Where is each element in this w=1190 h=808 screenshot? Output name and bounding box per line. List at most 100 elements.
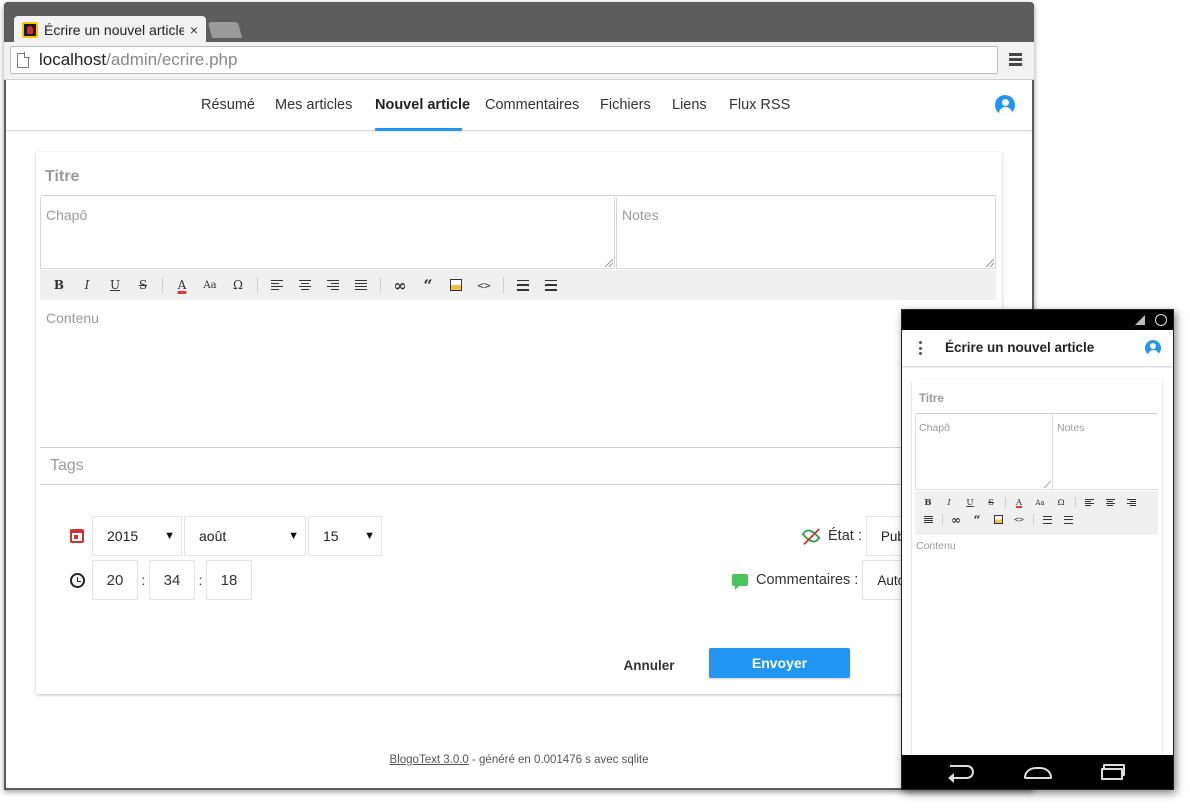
mobile-page-title: Écrire un nouvel article xyxy=(945,340,1095,355)
home-icon[interactable] xyxy=(1024,767,1052,779)
favicon-icon xyxy=(22,22,38,38)
link-button[interactable]: ∞ xyxy=(389,275,411,295)
chapo-placeholder: Chapô xyxy=(46,207,88,223)
image-button[interactable] xyxy=(445,275,467,295)
browser-tab-active[interactable]: Écrire un nouvel article × xyxy=(14,16,206,44)
italic-button[interactable]: I xyxy=(76,275,98,295)
align-right-button[interactable] xyxy=(1123,494,1139,511)
numbered-list-button[interactable] xyxy=(540,275,562,295)
tab-close-icon[interactable]: × xyxy=(190,22,198,38)
mobile-user-icon[interactable] xyxy=(1145,340,1161,356)
android-nav-bar xyxy=(902,755,1173,789)
quote-button[interactable]: “ xyxy=(969,511,985,528)
eye-off-icon xyxy=(801,526,821,546)
align-center-button[interactable] xyxy=(294,275,316,295)
mobile-content-textarea[interactable]: Contenu xyxy=(916,540,956,552)
justify-button[interactable] xyxy=(350,275,372,295)
year-select[interactable]: 2015 ▼ xyxy=(92,516,182,556)
link-button[interactable]: ∞ xyxy=(948,511,964,528)
hour-input[interactable]: 20 xyxy=(92,560,138,600)
chapo-textarea[interactable]: Chapô xyxy=(40,197,615,269)
nav-item-liens[interactable]: Liens xyxy=(672,97,707,113)
url-path: /admin/ecrire.php xyxy=(106,50,238,69)
overflow-menu-icon[interactable] xyxy=(919,341,922,355)
browser-toolbar: localhost/admin/ecrire.php xyxy=(4,42,1034,80)
underline-button[interactable]: U xyxy=(962,494,978,511)
underline-button[interactable]: U xyxy=(104,275,126,295)
article-form: Titre Chapô Notes B I U S A Aa Ω ∞ “ <> … xyxy=(36,152,1002,694)
nav-item-flux-rss[interactable]: Flux RSS xyxy=(729,97,790,113)
resize-handle[interactable] xyxy=(605,259,613,267)
page-icon xyxy=(17,51,30,68)
recents-icon[interactable] xyxy=(1101,764,1125,780)
new-tab-button[interactable] xyxy=(207,22,243,38)
time-row: 20 : 34 : 18 xyxy=(70,560,252,600)
special-char-button[interactable]: Ω xyxy=(1053,494,1069,511)
mobile-chapo-placeholder: Chapô xyxy=(919,422,950,434)
numbered-list-button[interactable] xyxy=(1060,511,1076,528)
signal-icon xyxy=(1135,315,1145,325)
bold-button[interactable]: B xyxy=(920,494,936,511)
nav-item-fichiers[interactable]: Fichiers xyxy=(600,97,651,113)
time-separator: : xyxy=(141,572,146,588)
status-bar xyxy=(902,310,1173,330)
align-right-button[interactable] xyxy=(322,275,344,295)
comments-label: Commentaires : xyxy=(756,572,859,588)
calendar-icon xyxy=(70,529,84,543)
user-icon[interactable] xyxy=(995,95,1015,115)
mobile-editor-toolbar: B I U S A Aa Ω ∞ “ <> xyxy=(915,491,1158,535)
content-textarea[interactable]: Contenu xyxy=(40,300,996,448)
resize-handle[interactable] xyxy=(986,259,994,267)
menu-icon[interactable] xyxy=(1009,53,1022,66)
strike-button[interactable]: S xyxy=(132,275,154,295)
mobile-device: Écrire un nouvel article Titre Chapô Not… xyxy=(901,309,1174,790)
font-size-button[interactable]: Aa xyxy=(199,275,221,295)
bullet-list-button[interactable] xyxy=(512,275,534,295)
mobile-title-input[interactable]: Titre xyxy=(916,384,1158,414)
editor-toolbar: B I U S A Aa Ω ∞ “ <> xyxy=(40,270,996,300)
month-select[interactable]: août ▼ xyxy=(184,516,306,556)
site-nav: Résumé Mes articles Nouvel article Comme… xyxy=(6,80,1032,131)
resize-handle[interactable] xyxy=(1044,481,1051,488)
font-size-button[interactable]: Aa xyxy=(1032,494,1048,511)
title-input[interactable]: Titre xyxy=(42,158,996,196)
footer-text: - généré en 0.001476 s avec sqlite xyxy=(468,754,649,766)
justify-button[interactable] xyxy=(920,511,936,528)
status-label: État : xyxy=(828,528,862,544)
text-color-button[interactable]: A xyxy=(1011,494,1027,511)
special-char-button[interactable]: Ω xyxy=(227,275,249,295)
bullet-list-button[interactable] xyxy=(1039,511,1055,528)
back-icon[interactable] xyxy=(948,765,974,783)
strike-button[interactable]: S xyxy=(983,494,999,511)
image-button[interactable] xyxy=(990,511,1006,528)
code-button[interactable]: <> xyxy=(473,275,495,295)
nav-item-commentaires[interactable]: Commentaires xyxy=(485,97,579,113)
submit-button[interactable]: Envoyer xyxy=(709,648,850,678)
align-center-button[interactable] xyxy=(1102,494,1118,511)
notes-placeholder: Notes xyxy=(622,207,659,223)
italic-button[interactable]: I xyxy=(941,494,957,511)
minute-input[interactable]: 34 xyxy=(149,560,195,600)
address-bar[interactable]: localhost/admin/ecrire.php xyxy=(10,46,998,74)
blogotext-link[interactable]: BlogoText 3.0.0 xyxy=(390,754,469,766)
align-left-button[interactable] xyxy=(266,275,288,295)
quote-button[interactable]: “ xyxy=(417,275,439,295)
footer: BlogoText 3.0.0 - généré en 0.001476 s a… xyxy=(6,754,1032,766)
notes-textarea[interactable]: Notes xyxy=(616,197,996,269)
bold-button[interactable]: B xyxy=(48,275,70,295)
mobile-notes-textarea[interactable]: Notes xyxy=(1053,414,1158,490)
align-left-button[interactable] xyxy=(1081,494,1097,511)
text-color-button[interactable]: A xyxy=(171,275,193,295)
nav-item-mes-articles[interactable]: Mes articles xyxy=(275,97,352,113)
tags-input[interactable]: Tags xyxy=(40,449,996,485)
code-button[interactable]: <> xyxy=(1011,511,1027,528)
day-select[interactable]: 15 ▼ xyxy=(308,516,382,556)
cancel-button[interactable]: Annuler xyxy=(614,650,684,680)
mobile-article-form: Titre Chapô Notes B I U S A Aa Ω ∞ “ <> … xyxy=(912,380,1162,760)
mobile-chapo-textarea[interactable]: Chapô xyxy=(915,414,1053,490)
browser-window: Écrire un nouvel article × localhost/adm… xyxy=(4,2,1034,790)
nav-item-nouvel-article[interactable]: Nouvel article xyxy=(375,97,470,113)
nav-item-resume[interactable]: Résumé xyxy=(201,97,255,113)
month-value: août xyxy=(199,528,227,544)
second-input[interactable]: 18 xyxy=(206,560,252,600)
